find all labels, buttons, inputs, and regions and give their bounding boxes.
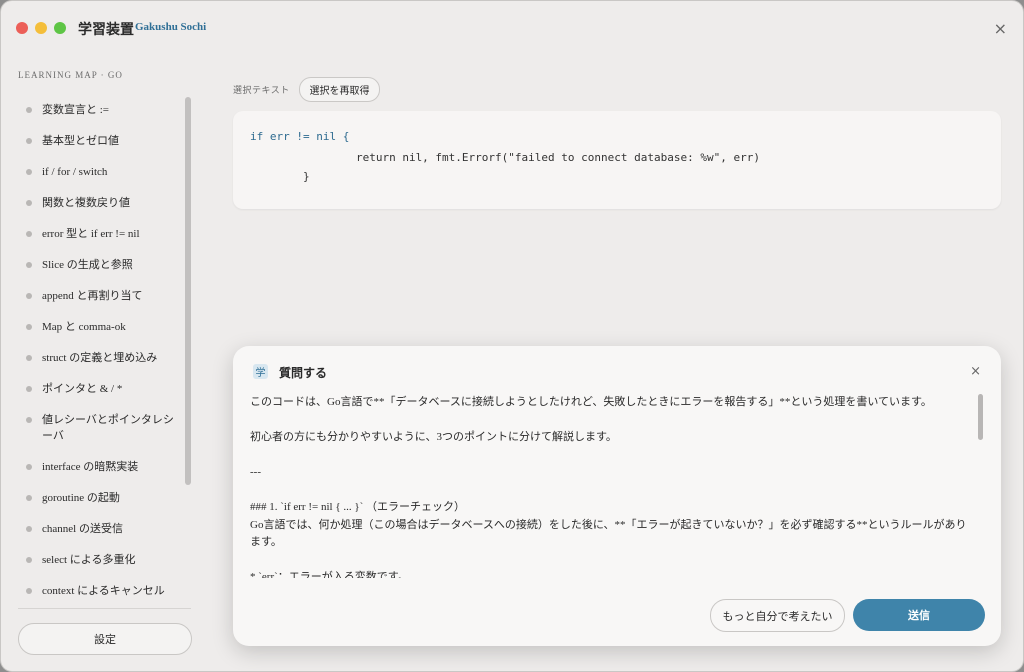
bullet-icon — [26, 138, 32, 144]
sidebar-item[interactable]: struct の定義と埋め込み — [18, 343, 178, 374]
app-title: 学習装置 — [78, 23, 134, 38]
code-line: if err != nil { — [250, 130, 350, 143]
sidebar-item[interactable]: 値レシーバとポインタレシーバ — [18, 405, 178, 452]
sidebar-item-label: 変数宣言と := — [42, 104, 110, 116]
answer-paragraph: Go言語では、何か処理（この場合はデータベースへの接続）をした後に、**「エラー… — [250, 518, 967, 549]
sidebar-item-label: select による多重化 — [42, 554, 136, 566]
sidebar-item-label: append と再割り当て — [42, 290, 143, 302]
sidebar-item[interactable]: context によるキャンセル — [18, 576, 178, 597]
sidebar-item[interactable]: append と再割り当て — [18, 281, 178, 312]
sidebar-item-label: struct の定義と埋め込み — [42, 352, 158, 364]
send-button[interactable]: 送信 — [853, 599, 985, 631]
answer-paragraph: 初心者の方にも分かりやすいように、3つのポイントに分けて解説します。 — [250, 431, 617, 443]
sidebar: LEARNING MAP · GO 変数宣言と := 基本型とゼロ値 if / … — [1, 57, 208, 671]
refetch-selection-button[interactable]: 選択を再取得 — [299, 77, 380, 102]
selection-label: 選択テキスト — [233, 85, 290, 95]
bullet-icon — [26, 324, 32, 330]
close-icon[interactable]: × — [994, 19, 1007, 38]
sidebar-item[interactable]: error 型と if err != nil — [18, 219, 178, 250]
answer-paragraph: このコードは、Go言語で**「データベースに接続しようとしたけれど、失敗したとき… — [250, 396, 932, 408]
divider — [18, 608, 191, 609]
sidebar-item[interactable]: Slice の生成と参照 — [18, 250, 178, 281]
sidebar-item-label: Slice の生成と参照 — [42, 259, 133, 271]
ask-title: 質問する — [279, 366, 328, 380]
answer-scrollbar[interactable] — [978, 394, 983, 440]
gaku-icon: 学 — [253, 364, 268, 379]
title-bar: 学習装置 Gakushu Sochi × — [1, 1, 1023, 57]
sidebar-item[interactable]: 基本型とゼロ値 — [18, 126, 178, 157]
sidebar-item-label: 値レシーバとポインタレシーバ — [42, 414, 174, 442]
sidebar-item-label: context によるキャンセル — [42, 585, 165, 597]
sidebar-item[interactable]: ポインタと & / * — [18, 374, 178, 405]
bullet-icon — [26, 526, 32, 532]
bullet-icon — [26, 495, 32, 501]
sidebar-item-label: error 型と if err != nil — [42, 228, 140, 240]
sidebar-item[interactable]: 関数と複数戻り値 — [18, 188, 178, 219]
minimize-window-button[interactable] — [35, 22, 47, 34]
sidebar-item[interactable]: if / for / switch — [18, 157, 178, 188]
bullet-icon — [26, 386, 32, 392]
bullet-icon — [26, 169, 32, 175]
bullet-icon — [26, 588, 32, 594]
answer-heading: ### 1. `if err != nil { ... }` （エラーチェック） — [250, 501, 466, 513]
selected-code-block: if err != nil { return nil, fmt.Errorf("… — [233, 111, 1001, 209]
sidebar-item-label: ポインタと & / * — [42, 383, 123, 395]
bullet-icon — [26, 293, 32, 299]
bullet-icon — [26, 231, 32, 237]
close-window-button[interactable] — [16, 22, 28, 34]
sidebar-item-label: if / for / switch — [42, 166, 108, 178]
code-line: } — [250, 170, 310, 183]
bullet-icon — [26, 262, 32, 268]
bullet-icon — [26, 557, 32, 563]
settings-button[interactable]: 設定 — [18, 623, 192, 655]
sidebar-item-label: 基本型とゼロ値 — [42, 135, 119, 147]
sidebar-item[interactable]: Map と comma-ok — [18, 312, 178, 343]
sidebar-item[interactable]: channel の送受信 — [18, 514, 178, 545]
app-subtitle: Gakushu Sochi — [135, 21, 207, 33]
bullet-icon — [26, 200, 32, 206]
code-line: return nil, fmt.Errorf("failed to connec… — [250, 151, 760, 164]
ask-panel: 学 質問する × このコードは、Go言語で**「データベースに接続しようとしたけ… — [233, 346, 1001, 646]
sidebar-item-label: interface の暗黙実装 — [42, 461, 139, 473]
think-more-button[interactable]: もっと自分で考えたい — [710, 599, 845, 632]
bullet-icon — [26, 464, 32, 470]
sidebar-item-label: goroutine の起動 — [42, 492, 120, 504]
answer-separator: --- — [250, 466, 261, 478]
answer-text: このコードは、Go言語で**「データベースに接続しようとしたけれど、失敗したとき… — [250, 394, 972, 578]
sidebar-item[interactable]: goroutine の起動 — [18, 483, 178, 514]
sidebar-item[interactable]: interface の暗黙実装 — [18, 452, 178, 483]
sidebar-scrollbar[interactable] — [185, 97, 191, 485]
sidebar-item[interactable]: select による多重化 — [18, 545, 178, 576]
bullet-icon — [26, 355, 32, 361]
sidebar-heading: LEARNING MAP · GO — [18, 70, 123, 80]
sidebar-item-label: 関数と複数戻り値 — [42, 197, 130, 209]
bullet-icon — [26, 107, 32, 113]
answer-bullet: * `err`：エラーが入る変数です。 — [250, 571, 409, 578]
sidebar-item-label: channel の送受信 — [42, 523, 123, 535]
app-window: 学習装置 Gakushu Sochi × LEARNING MAP · GO 変… — [0, 0, 1024, 672]
zoom-window-button[interactable] — [54, 22, 66, 34]
sidebar-item-label: Map と comma-ok — [42, 321, 126, 333]
learning-map-list: 変数宣言と := 基本型とゼロ値 if / for / switch 関数と複数… — [18, 95, 178, 597]
close-icon[interactable]: × — [970, 364, 981, 379]
sidebar-item[interactable]: 変数宣言と := — [18, 95, 178, 126]
bullet-icon — [26, 417, 32, 423]
